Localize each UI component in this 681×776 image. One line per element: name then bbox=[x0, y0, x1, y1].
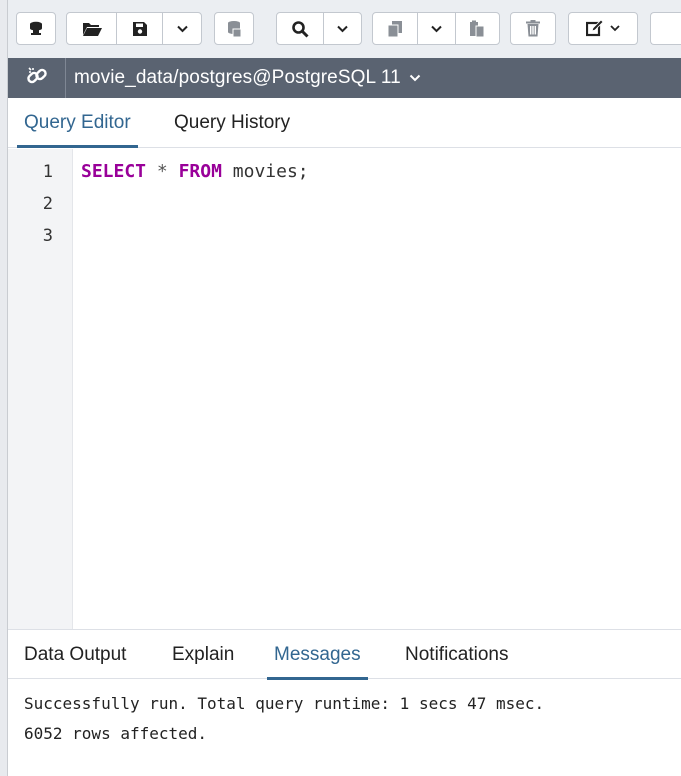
paste-button[interactable] bbox=[456, 13, 499, 44]
database-button[interactable] bbox=[214, 12, 254, 45]
sql-identifier: movies; bbox=[232, 161, 309, 182]
message-rows-affected: 6052 rows affected. bbox=[24, 724, 208, 743]
message-runtime: Successfully run. Total query runtime: 1… bbox=[24, 694, 545, 713]
connection-title[interactable]: movie_data/postgres@PostgreSQL 11 bbox=[66, 67, 401, 89]
edit-button[interactable] bbox=[568, 12, 638, 45]
chevron-down-icon[interactable] bbox=[409, 69, 421, 87]
more-toolbar-button[interactable] bbox=[650, 12, 681, 45]
connect-icon bbox=[28, 21, 44, 37]
tab-messages[interactable]: Messages bbox=[267, 630, 368, 680]
sql-editor[interactable]: 1 2 3 SELECT * FROM movies; bbox=[8, 149, 681, 629]
sql-keyword: FROM bbox=[178, 161, 222, 182]
copy-icon bbox=[387, 20, 403, 38]
tab-notifications[interactable]: Notifications bbox=[405, 630, 509, 680]
file-button-group bbox=[66, 12, 202, 45]
tab-query-history[interactable]: Query History bbox=[174, 98, 290, 148]
copy-dropdown-button[interactable] bbox=[418, 13, 456, 44]
delete-button[interactable] bbox=[510, 12, 556, 45]
save-button[interactable] bbox=[117, 13, 163, 44]
line-number: 2 bbox=[42, 194, 53, 214]
line-number: 3 bbox=[42, 226, 53, 246]
search-icon bbox=[291, 20, 309, 38]
connect-button[interactable] bbox=[16, 12, 56, 45]
clipboard-button-group bbox=[372, 12, 500, 45]
database-icon bbox=[226, 20, 242, 38]
line-number-gutter: 1 2 3 bbox=[8, 149, 73, 629]
link-icon bbox=[26, 65, 48, 92]
editor-tabs: Query Editor Query History bbox=[8, 98, 681, 148]
chevron-down-icon bbox=[176, 25, 188, 33]
find-dropdown-button[interactable] bbox=[324, 13, 361, 44]
output-tabs: Data Output Explain Messages Notificatio… bbox=[8, 629, 681, 680]
paste-icon bbox=[469, 20, 485, 38]
copy-button[interactable] bbox=[373, 13, 419, 44]
chevron-down-icon bbox=[431, 25, 442, 33]
find-button[interactable] bbox=[277, 13, 324, 44]
open-file-icon bbox=[82, 21, 102, 37]
sql-keyword: SELECT bbox=[81, 161, 147, 182]
trash-icon bbox=[526, 20, 540, 37]
save-dropdown-button[interactable] bbox=[163, 13, 201, 44]
tab-explain[interactable]: Explain bbox=[172, 630, 234, 680]
tab-query-editor[interactable]: Query Editor bbox=[17, 98, 138, 148]
code-line-1[interactable]: SELECT * FROM movies; bbox=[81, 161, 309, 182]
sql-operator: * bbox=[156, 161, 168, 182]
connection-bar: movie_data/postgres@PostgreSQL 11 bbox=[8, 58, 681, 98]
line-number: 1 bbox=[42, 162, 53, 182]
query-toolbar bbox=[8, 0, 681, 58]
chevron-down-icon bbox=[337, 25, 348, 33]
save-icon bbox=[132, 21, 148, 37]
left-panel-edge bbox=[0, 0, 8, 776]
find-button-group bbox=[276, 12, 362, 45]
open-file-button[interactable] bbox=[67, 13, 117, 44]
connection-status-button[interactable] bbox=[8, 58, 66, 98]
tab-data-output[interactable]: Data Output bbox=[24, 630, 126, 680]
messages-panel: Successfully run. Total query runtime: 1… bbox=[8, 680, 681, 776]
edit-icon bbox=[586, 20, 620, 37]
